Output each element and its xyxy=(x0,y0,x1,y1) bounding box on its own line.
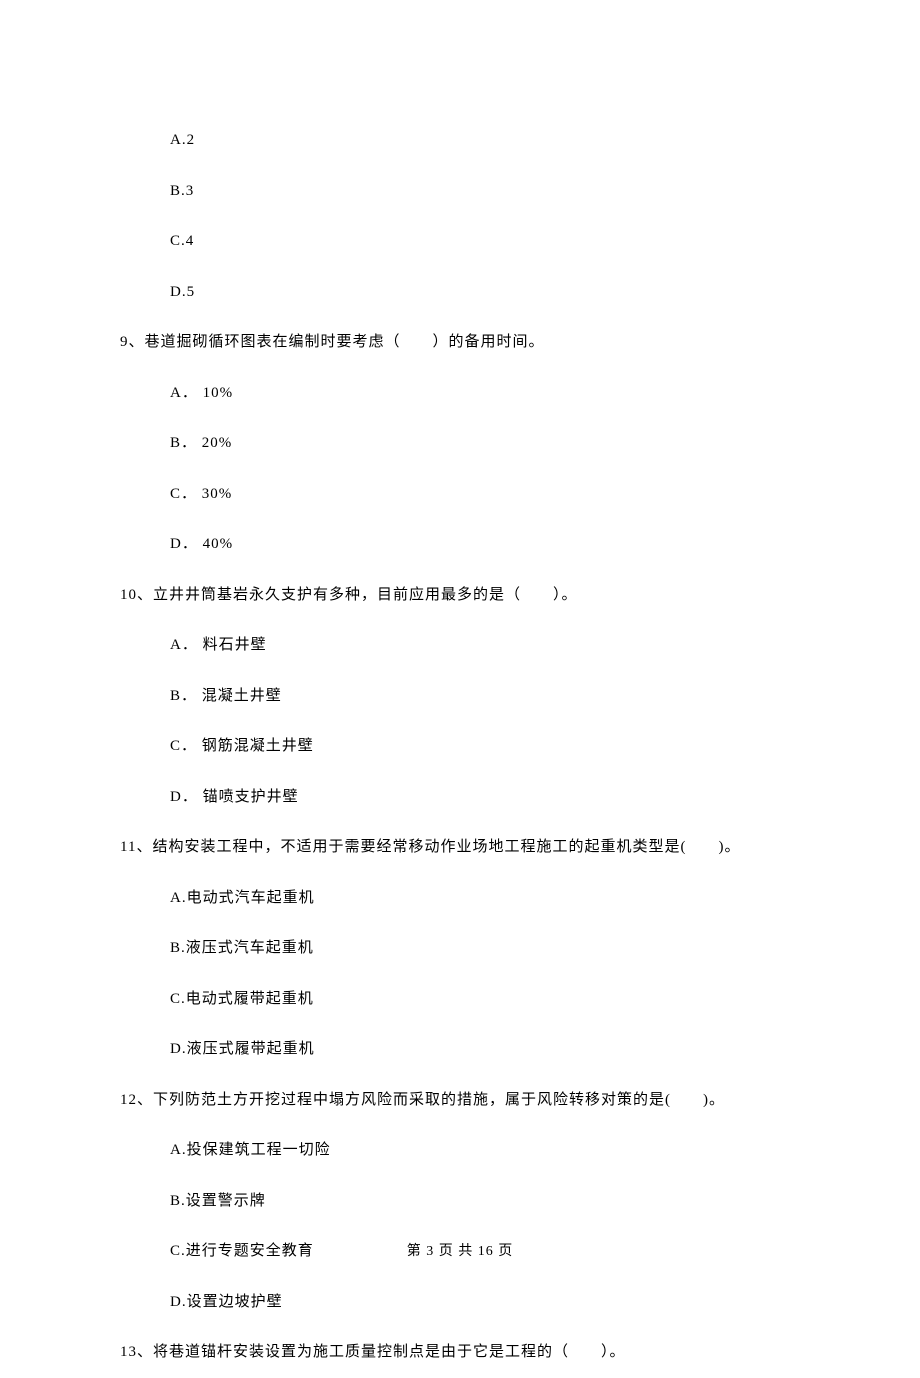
option-a: A.2 xyxy=(170,115,800,166)
option-a: A． 10% xyxy=(170,368,800,419)
option-b: B． 20% xyxy=(170,418,800,469)
question-11: 11、结构安装工程中，不适用于需要经常移动作业场地工程施工的起重机类型是( )。 xyxy=(120,822,800,873)
option-c: C． 钢筋混凝土井壁 xyxy=(170,721,800,772)
question-13: 13、将巷道锚杆安装设置为施工质量控制点是由于它是工程的（ ）。 xyxy=(120,1327,800,1378)
option-d: D.5 xyxy=(170,267,800,318)
option-c: C.4 xyxy=(170,216,800,267)
option-a: A.电动式汽车起重机 xyxy=(170,873,800,924)
option-c: C． 30% xyxy=(170,469,800,520)
option-b: B.3 xyxy=(170,166,800,217)
option-c: C.电动式履带起重机 xyxy=(170,974,800,1025)
question-9-options: A． 10% B． 20% C． 30% D． 40% xyxy=(170,368,800,570)
question-10: 10、立井井筒基岩永久支护有多种，目前应用最多的是（ ）。 xyxy=(120,570,800,621)
page-content: A.2 B.3 C.4 D.5 9、巷道掘砌循环图表在编制时要考虑（ ）的备用时… xyxy=(0,0,920,1378)
question-9: 9、巷道掘砌循环图表在编制时要考虑（ ）的备用时间。 xyxy=(120,317,800,368)
question-8-options: A.2 B.3 C.4 D.5 xyxy=(170,115,800,317)
page-footer: 第 3 页 共 16 页 xyxy=(0,1240,920,1260)
question-12: 12、下列防范土方开挖过程中塌方风险而采取的措施，属于风险转移对策的是( )。 xyxy=(120,1075,800,1126)
option-d: D． 锚喷支护井壁 xyxy=(170,772,800,823)
option-b: B.设置警示牌 xyxy=(170,1176,800,1227)
question-11-options: A.电动式汽车起重机 B.液压式汽车起重机 C.电动式履带起重机 D.液压式履带… xyxy=(170,873,800,1075)
option-b: B.液压式汽车起重机 xyxy=(170,923,800,974)
question-10-options: A． 料石井壁 B． 混凝土井壁 C． 钢筋混凝土井壁 D． 锚喷支护井壁 xyxy=(170,620,800,822)
option-b: B． 混凝土井壁 xyxy=(170,671,800,722)
option-a: A． 料石井壁 xyxy=(170,620,800,671)
option-d: D.液压式履带起重机 xyxy=(170,1024,800,1075)
option-d: D． 40% xyxy=(170,519,800,570)
question-12-options: A.投保建筑工程一切险 B.设置警示牌 C.进行专题安全教育 D.设置边坡护壁 xyxy=(170,1125,800,1327)
option-a: A.投保建筑工程一切险 xyxy=(170,1125,800,1176)
